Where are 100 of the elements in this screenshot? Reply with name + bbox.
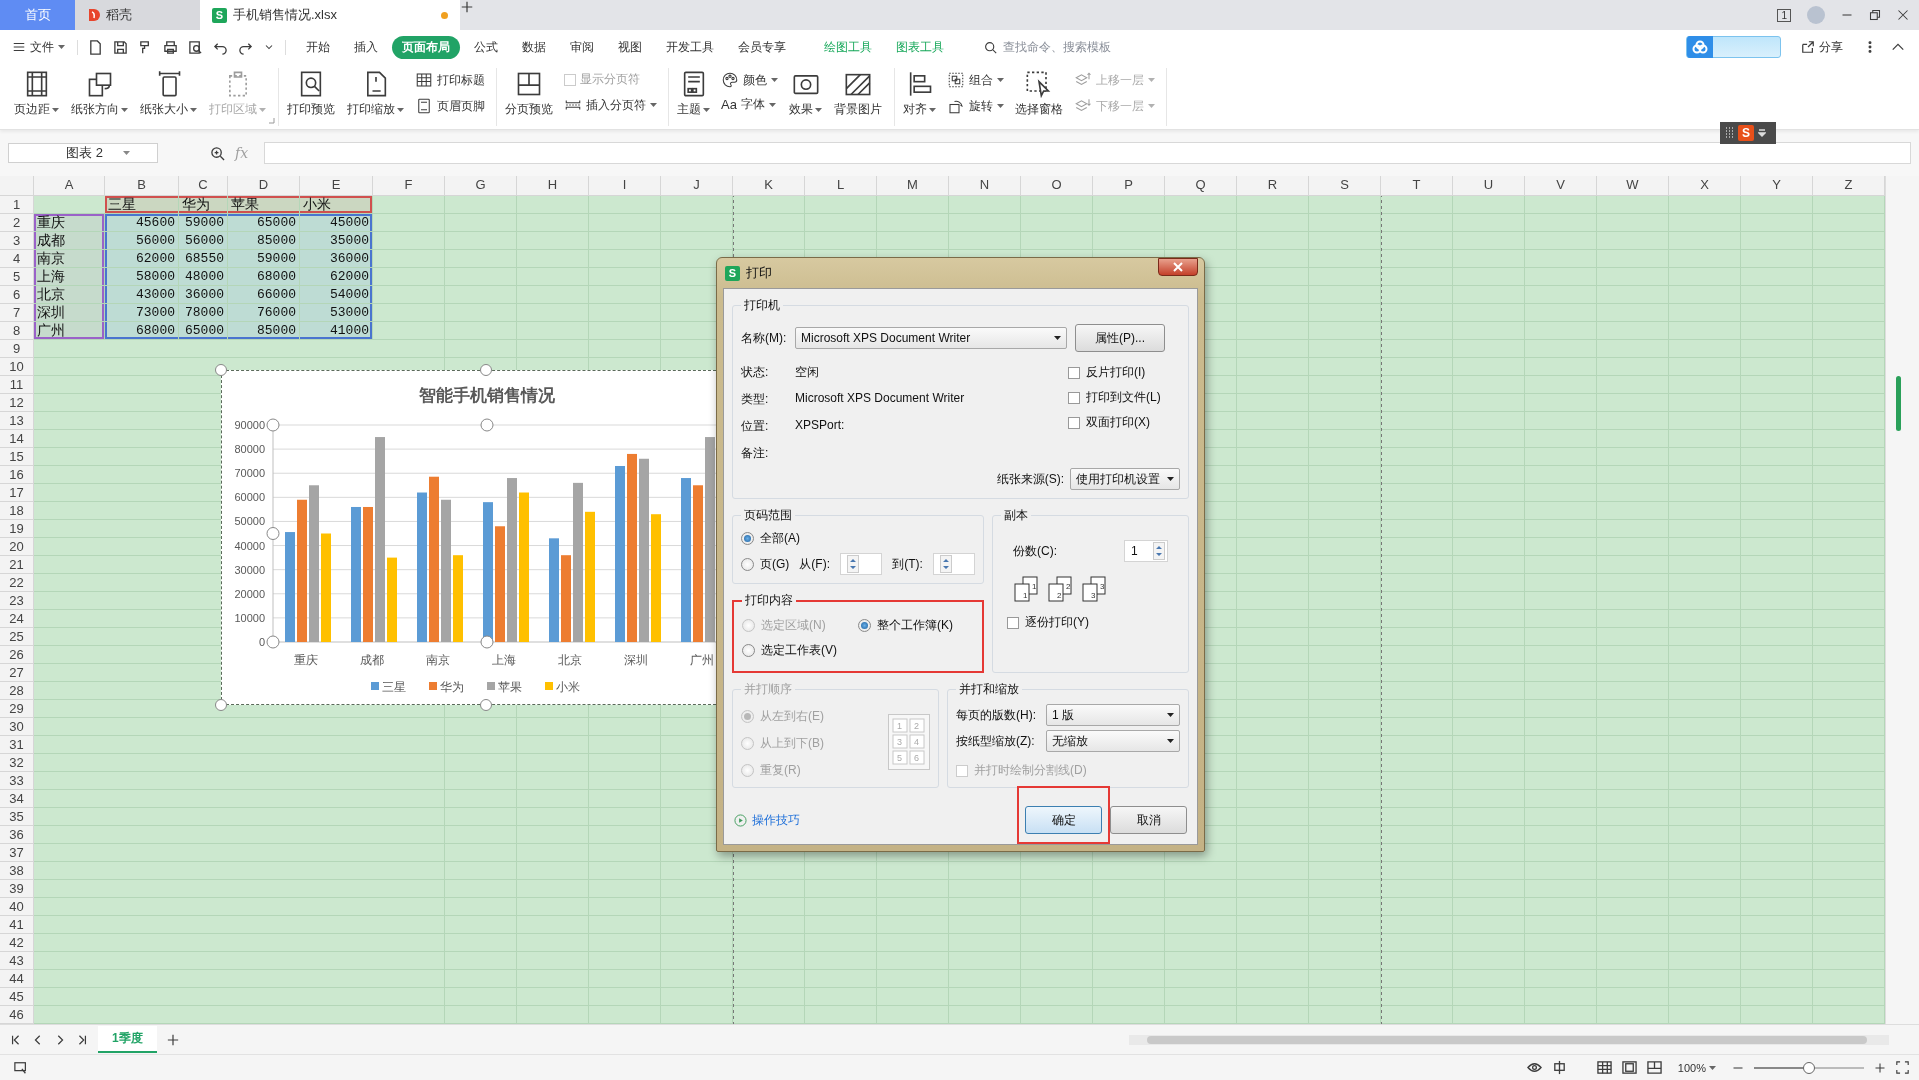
row-header[interactable]: 23 xyxy=(0,592,34,610)
radio-button[interactable] xyxy=(742,644,755,657)
ime-logo[interactable]: S xyxy=(1738,125,1754,141)
chart-area[interactable]: 智能手机销售情况 0 10000 20000 30000 40000 50000 60000 70000 80000 90000 重庆 成都 南京 上海 北京 深圳 广州 三星 华为 苹果 小米 xyxy=(221,370,716,705)
row-header[interactable]: 37 xyxy=(0,844,34,862)
number-field[interactable] xyxy=(840,553,883,575)
row-header[interactable]: 33 xyxy=(0,772,34,790)
toolbar-button[interactable]: 旋转 xyxy=(944,96,1007,116)
add-sheet-icon[interactable] xyxy=(166,1033,179,1046)
last-sheet-icon[interactable] xyxy=(76,1033,88,1046)
plus-icon[interactable] xyxy=(460,0,474,14)
toolbar-button[interactable]: 主题 xyxy=(673,68,714,119)
row-header[interactable]: 27 xyxy=(0,664,34,682)
toolbar-button[interactable]: 分页预览 xyxy=(501,68,557,119)
ok-button[interactable]: 确定 xyxy=(1025,806,1102,834)
radio-label[interactable]: 选定工作表(V) xyxy=(761,642,837,659)
checkbox-label[interactable]: 打印到文件(L) xyxy=(1086,389,1161,406)
toolbar-button[interactable]: 页眉页脚 xyxy=(412,96,488,116)
checkbox[interactable] xyxy=(1068,366,1080,379)
checkbox-label[interactable]: 逐份打印(Y) xyxy=(1025,614,1089,631)
resize-handle[interactable] xyxy=(480,635,494,649)
menu-tab[interactable]: 插入 xyxy=(344,35,388,59)
spin-arrows-icon[interactable] xyxy=(1153,542,1165,560)
column-header[interactable]: S xyxy=(1309,176,1381,196)
column-header[interactable]: G xyxy=(445,176,517,196)
cancel-button[interactable]: 取消 xyxy=(1110,806,1187,834)
formula-field[interactable] xyxy=(264,142,1911,164)
row-header[interactable]: 45 xyxy=(0,988,34,1006)
row-header[interactable]: 21 xyxy=(0,556,34,574)
checkbox-label[interactable]: 双面打印(X) xyxy=(1086,414,1150,431)
row-header[interactable]: 35 xyxy=(0,808,34,826)
row-header[interactable]: 25 xyxy=(0,628,34,646)
slider-thumb[interactable] xyxy=(1803,1061,1815,1074)
row-header[interactable]: 42 xyxy=(0,934,34,952)
page-layout-view-icon[interactable] xyxy=(1621,1060,1637,1075)
toolbar-button[interactable]: 颜色 xyxy=(718,70,781,90)
row-header[interactable]: 44 xyxy=(0,970,34,988)
row-header[interactable]: 38 xyxy=(0,862,34,880)
menu-tab[interactable]: 会员专享 xyxy=(728,35,796,59)
radio-button[interactable] xyxy=(858,619,871,632)
toolbar-button[interactable]: 对齐 xyxy=(899,68,940,119)
row-header[interactable]: 11 xyxy=(0,376,34,394)
number-field[interactable] xyxy=(932,553,975,575)
row-header[interactable]: 15 xyxy=(0,448,34,466)
dropdown[interactable]: Microsoft XPS Document Writer xyxy=(795,327,1067,349)
dropdown[interactable]: 1 版 xyxy=(1046,704,1180,726)
dropdown[interactable]: 使用打印机设置 xyxy=(1070,468,1180,490)
document-tab[interactable]: S 手机销售情况.xlsx xyxy=(200,0,460,30)
row-header[interactable]: 39 xyxy=(0,880,34,898)
column-header[interactable]: U xyxy=(1453,176,1525,196)
fullscreen-icon[interactable] xyxy=(1896,1061,1909,1074)
column-header[interactable]: H xyxy=(517,176,589,196)
row-header[interactable]: 41 xyxy=(0,916,34,934)
column-header[interactable]: Z xyxy=(1813,176,1885,196)
column-header[interactable]: B xyxy=(105,176,179,196)
number-field[interactable]: 1 xyxy=(1124,540,1168,562)
column-header[interactable]: Y xyxy=(1741,176,1813,196)
row-header[interactable]: 7 xyxy=(0,304,34,322)
checkbox-label[interactable]: 反片打印(I) xyxy=(1086,364,1146,381)
row-header[interactable]: 6 xyxy=(0,286,34,304)
column-header[interactable]: K xyxy=(733,176,805,196)
menu-tab[interactable]: 审阅 xyxy=(560,35,604,59)
column-header[interactable]: T xyxy=(1381,176,1453,196)
toolbar-button[interactable]: 组合 xyxy=(944,70,1007,90)
new-file-icon[interactable] xyxy=(88,39,103,55)
toolbar-button[interactable]: 纸张大小 xyxy=(136,68,201,119)
tips-link[interactable]: 操作技巧 xyxy=(734,811,800,829)
dropdown[interactable]: 无缩放 xyxy=(1046,730,1180,752)
row-header[interactable]: 36 xyxy=(0,826,34,844)
macro-icon[interactable] xyxy=(14,1060,28,1075)
row-header[interactable]: 16 xyxy=(0,466,34,484)
row-header[interactable]: 31 xyxy=(0,736,34,754)
toolbar-button[interactable]: 页边距 xyxy=(10,68,63,119)
avatar[interactable] xyxy=(1807,6,1825,24)
column-header[interactable]: E xyxy=(300,176,373,196)
column-header[interactable]: J xyxy=(661,176,733,196)
scroll-thumb[interactable] xyxy=(1147,1035,1867,1044)
zoom-level-button[interactable]: 100% xyxy=(1671,1060,1722,1075)
row-header[interactable]: 1 xyxy=(0,196,34,214)
toolbar-button[interactable]: 打印标题 xyxy=(412,70,488,90)
save-icon[interactable] xyxy=(113,39,128,55)
row-header[interactable]: 9 xyxy=(0,340,34,358)
spin-arrows-icon[interactable] xyxy=(847,555,859,573)
page-break-view-icon[interactable] xyxy=(1646,1060,1662,1075)
file-menu-button[interactable]: 文件 xyxy=(12,38,71,56)
close-icon[interactable] xyxy=(1897,9,1909,21)
row-header[interactable]: 46 xyxy=(0,1006,34,1024)
column-header[interactable]: P xyxy=(1093,176,1165,196)
row-header[interactable]: 43 xyxy=(0,952,34,970)
toolbar-button[interactable]: 效果 xyxy=(785,68,826,119)
row-header[interactable]: 29 xyxy=(0,700,34,718)
share-button[interactable]: 分享 xyxy=(1795,37,1849,57)
zoom-in-icon[interactable] xyxy=(1874,1061,1886,1074)
row-header[interactable]: 20 xyxy=(0,538,34,556)
row-header[interactable]: 22 xyxy=(0,574,34,592)
zoom-icon[interactable] xyxy=(210,145,225,161)
column-header[interactable]: X xyxy=(1669,176,1741,196)
row-header[interactable]: 26 xyxy=(0,646,34,664)
column-header[interactable]: M xyxy=(877,176,949,196)
restore-icon[interactable] xyxy=(1869,9,1881,21)
